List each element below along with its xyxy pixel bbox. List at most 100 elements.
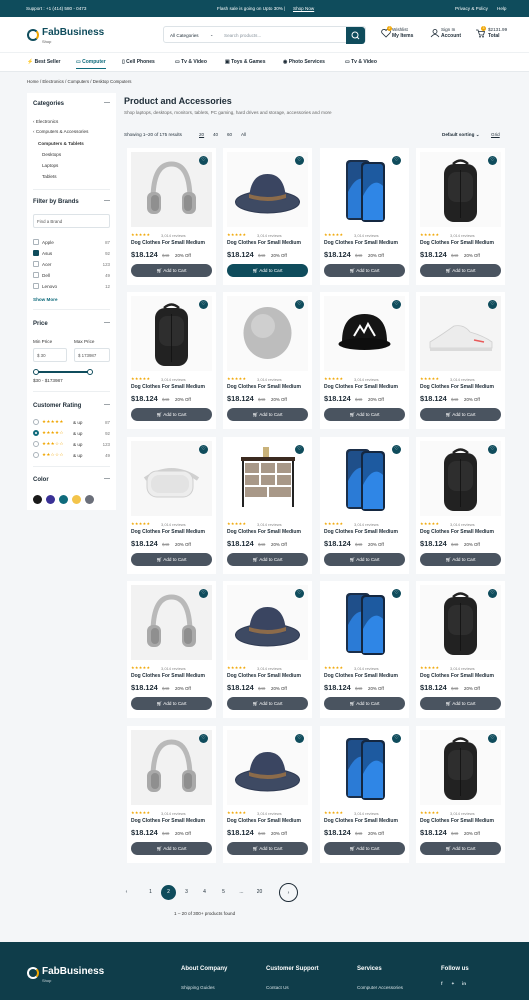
product-card[interactable]: ♡ ★★★★★ 3,014 reviews Dog Clothes For Sm… bbox=[416, 148, 505, 285]
add-to-cart-button[interactable]: 🛒︎ Add to Cart bbox=[227, 842, 308, 855]
account-link[interactable]: Sign In Account bbox=[441, 27, 461, 39]
product-name[interactable]: Dog Clothes For Small Medium bbox=[420, 384, 494, 390]
product-name[interactable]: Dog Clothes For Small Medium bbox=[227, 529, 301, 535]
color-swatch-gray[interactable] bbox=[85, 495, 94, 504]
product-name[interactable]: Dog Clothes For Small Medium bbox=[227, 240, 301, 246]
product-name[interactable]: Dog Clothes For Small Medium bbox=[131, 240, 205, 246]
next-page-button[interactable]: › bbox=[279, 883, 298, 902]
cart-link[interactable]: $2131.99 Total bbox=[488, 27, 507, 39]
logo-icon[interactable] bbox=[27, 29, 39, 41]
wishlist-heart-icon[interactable]: ♡ bbox=[392, 589, 401, 598]
product-card[interactable]: ♡ ★★★★★ 3,014 reviews Dog Clothes For Sm… bbox=[320, 148, 409, 285]
footer-logo-icon[interactable] bbox=[27, 967, 39, 979]
page-20[interactable]: 20 bbox=[252, 885, 267, 900]
add-to-cart-button[interactable]: 🛒︎ Add to Cart bbox=[324, 697, 405, 710]
wishlist-heart-icon[interactable]: ♡ bbox=[488, 589, 497, 598]
wishlist-heart-icon[interactable]: ♡ bbox=[295, 300, 304, 309]
twitter-icon[interactable]: ✦ bbox=[451, 981, 455, 987]
wishlist-heart-icon[interactable]: ♡ bbox=[199, 734, 208, 743]
product-name[interactable]: Dog Clothes For Small Medium bbox=[131, 384, 205, 390]
page-1[interactable]: 1 bbox=[143, 885, 158, 900]
color-swatch-teal[interactable] bbox=[59, 495, 68, 504]
footer-link-accessories[interactable]: Computer Accessories bbox=[357, 985, 403, 990]
product-card[interactable]: ♡ ★★★★★ 3,014 reviews Dog Clothes For Sm… bbox=[416, 726, 505, 863]
show-more-link[interactable]: Show More bbox=[33, 297, 58, 302]
product-name[interactable]: Dog Clothes For Small Medium bbox=[324, 384, 398, 390]
wishlist-heart-icon[interactable]: ♡ bbox=[488, 300, 497, 309]
product-card[interactable]: ♡ ★★★★★ 3,014 reviews Dog Clothes For Sm… bbox=[223, 726, 312, 863]
product-card[interactable]: ♡ ★★★★★ 3,014 reviews Dog Clothes For Sm… bbox=[320, 437, 409, 574]
add-to-cart-button[interactable]: 🛒︎ Add to Cart bbox=[324, 264, 405, 277]
footer-logo-text[interactable]: FabBusiness bbox=[42, 966, 104, 977]
privacy-link[interactable]: Privacy & Policy bbox=[455, 6, 488, 11]
add-to-cart-button[interactable]: 🛒︎ Add to Cart bbox=[131, 553, 212, 566]
product-name[interactable]: Dog Clothes For Small Medium bbox=[420, 673, 494, 679]
nav-toys-games[interactable]: ▣ Toys & Games bbox=[225, 59, 266, 65]
wishlist-link[interactable]: Wishlist My Items bbox=[392, 27, 413, 39]
nav-tv-video[interactable]: ▭ Tv & Video bbox=[175, 59, 207, 65]
per-page-60[interactable]: 60 bbox=[227, 132, 232, 137]
product-name[interactable]: Dog Clothes For Small Medium bbox=[131, 673, 205, 679]
wishlist-heart-icon[interactable]: ♡ bbox=[392, 156, 401, 165]
add-to-cart-button[interactable]: 🛒︎ Add to Cart bbox=[227, 264, 308, 277]
product-name[interactable]: Dog Clothes For Small Medium bbox=[420, 818, 494, 824]
page-4[interactable]: 4 bbox=[197, 885, 212, 900]
category-computers-tablets[interactable]: Computers & Tablets bbox=[38, 141, 84, 146]
brand-checkbox-asus[interactable] bbox=[33, 250, 39, 256]
wishlist-heart-icon[interactable]: ♡ bbox=[392, 445, 401, 454]
brand-checkbox-dell[interactable] bbox=[33, 272, 39, 278]
nav-cell-phones[interactable]: ▯ Cell Phones bbox=[122, 59, 155, 65]
brand-checkbox-apple[interactable] bbox=[33, 239, 39, 245]
product-card[interactable]: ♡ ★★★★★ 3,014 reviews Dog Clothes For Sm… bbox=[320, 292, 409, 429]
brand-checkbox-acer[interactable] bbox=[33, 261, 39, 267]
add-to-cart-button[interactable]: 🛒︎ Add to Cart bbox=[324, 842, 405, 855]
product-card[interactable]: ♡ ★★★★★ 3,014 reviews Dog Clothes For Sm… bbox=[416, 437, 505, 574]
rating-radio-4[interactable] bbox=[33, 430, 39, 436]
chevron-down-icon[interactable]: ⌄ bbox=[210, 32, 213, 37]
wishlist-heart-icon[interactable]: ♡ bbox=[488, 156, 497, 165]
product-card[interactable]: ♡ ★★★★★ 3,014 reviews Dog Clothes For Sm… bbox=[416, 292, 505, 429]
product-card[interactable]: ♡ ★★★★★ 3,014 reviews Dog Clothes For Sm… bbox=[223, 581, 312, 718]
rating-radio-2[interactable] bbox=[33, 452, 39, 458]
color-swatch-black[interactable] bbox=[33, 495, 42, 504]
per-page-20[interactable]: 20 bbox=[199, 132, 204, 137]
product-card[interactable]: ♡ ★★★★★ 3,014 reviews Dog Clothes For Sm… bbox=[416, 581, 505, 718]
product-name[interactable]: Dog Clothes For Small Medium bbox=[227, 384, 301, 390]
collapse-icon[interactable]: — bbox=[104, 198, 110, 204]
crumb-electronics[interactable]: Electronics bbox=[42, 79, 63, 84]
product-card[interactable]: ♡ ★★★★★ 3,014 reviews Dog Clothes For Sm… bbox=[223, 148, 312, 285]
grid-view-toggle[interactable]: Grid bbox=[491, 132, 500, 137]
support-phone[interactable]: Support : +1 (414) 580 - 0473 bbox=[26, 6, 86, 11]
facebook-icon[interactable]: f bbox=[441, 981, 443, 986]
wishlist-heart-icon[interactable]: ♡ bbox=[199, 300, 208, 309]
wishlist-heart-icon[interactable]: ♡ bbox=[295, 734, 304, 743]
category-laptops[interactable]: Laptops bbox=[42, 163, 58, 168]
collapse-icon[interactable]: — bbox=[104, 100, 110, 106]
product-name[interactable]: Dog Clothes For Small Medium bbox=[324, 529, 398, 535]
product-card[interactable]: ♡ ★★★★★ 3,014 reviews Dog Clothes For Sm… bbox=[223, 437, 312, 574]
min-price-input[interactable]: $ 30 bbox=[33, 348, 67, 362]
wishlist-heart-icon[interactable]: ♡ bbox=[392, 734, 401, 743]
add-to-cart-button[interactable]: 🛒︎ Add to Cart bbox=[227, 697, 308, 710]
wishlist-heart-icon[interactable]: ♡ bbox=[199, 156, 208, 165]
category-computers-accessories[interactable]: ‹ Computers & Accessories bbox=[33, 129, 88, 134]
page-5[interactable]: 5 bbox=[216, 885, 231, 900]
page-2-current[interactable]: 2 bbox=[161, 885, 176, 900]
per-page-40[interactable]: 40 bbox=[213, 132, 218, 137]
user-icon[interactable] bbox=[430, 28, 440, 38]
rating-radio-5[interactable] bbox=[33, 419, 39, 425]
add-to-cart-button[interactable]: 🛒︎ Add to Cart bbox=[227, 553, 308, 566]
crumb-home[interactable]: Home bbox=[27, 79, 39, 84]
collapse-icon[interactable]: — bbox=[104, 402, 110, 408]
product-name[interactable]: Dog Clothes For Small Medium bbox=[324, 240, 398, 246]
wishlist-heart-icon[interactable]: ♡ bbox=[199, 445, 208, 454]
add-to-cart-button[interactable]: 🛒︎ Add to Cart bbox=[324, 553, 405, 566]
nav-best-seller[interactable]: ⚡ Best Seller bbox=[27, 59, 60, 65]
crumb-computers[interactable]: Computers bbox=[68, 79, 89, 84]
add-to-cart-button[interactable]: 🛒︎ Add to Cart bbox=[420, 553, 501, 566]
wishlist-heart-icon[interactable]: ♡ bbox=[488, 445, 497, 454]
add-to-cart-button[interactable]: 🛒︎ Add to Cart bbox=[131, 408, 212, 421]
wishlist-heart-icon[interactable]: ♡ bbox=[295, 445, 304, 454]
category-electronics[interactable]: ‹ Electronics bbox=[33, 119, 58, 124]
nav-tv-video-2[interactable]: ▭ Tv & Video bbox=[345, 59, 377, 65]
